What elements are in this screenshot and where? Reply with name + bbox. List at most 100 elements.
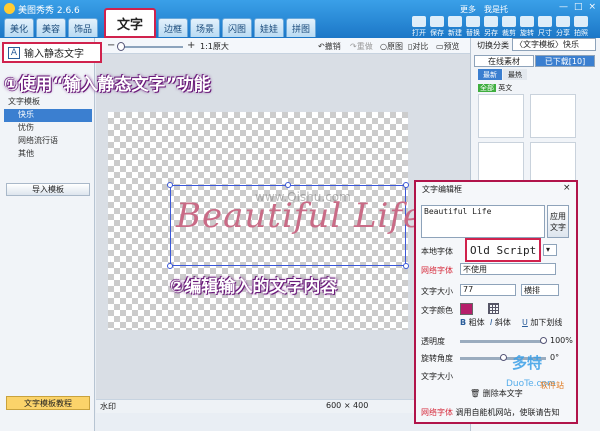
zoom-slider-handle[interactable] (117, 42, 125, 51)
chevron-down-icon[interactable]: ▾ (543, 244, 557, 256)
crop-icon (502, 16, 516, 27)
zoom-in-button[interactable]: + (187, 40, 195, 51)
original-button[interactable]: ○原图 (380, 41, 403, 52)
tab-doll[interactable]: 娃娃 (254, 18, 284, 37)
resize-handle[interactable] (167, 182, 173, 188)
tab-hottest[interactable]: 最热 (503, 69, 527, 80)
opacity-slider[interactable] (460, 340, 546, 343)
italic-toggle[interactable]: I 斜体 (490, 317, 511, 328)
tree-item-happy[interactable]: 快乐 (4, 109, 92, 122)
dialog-close-button[interactable]: × (563, 183, 571, 193)
tab-beauty[interactable]: 美容 (36, 18, 66, 37)
web-font-label: 网络字体 (421, 266, 453, 275)
share-button[interactable]: 分享 (554, 16, 572, 38)
open-button[interactable]: 打开 (410, 16, 428, 38)
undo-button[interactable]: ↶撤销 (318, 41, 341, 52)
local-font-label: 本地字体 (421, 247, 453, 256)
brand-site: 软件站 (540, 381, 564, 390)
rotation-value: 0° (550, 353, 560, 362)
text-color-label: 文字颜色 (421, 306, 453, 315)
filter-all[interactable]: 全部 (478, 84, 496, 92)
tab-text[interactable]: 文字 (104, 8, 156, 38)
tree-item-web-slang[interactable]: 网络流行语 (4, 135, 92, 148)
tab-downloaded[interactable]: 已下载[10] (535, 55, 595, 67)
image-size: 600 × 400 (326, 401, 369, 410)
camera-button[interactable]: 拍照 (572, 16, 590, 38)
zoom-out-button[interactable]: − (107, 40, 115, 51)
text-color-swatch[interactable] (460, 303, 473, 315)
template-thumbnail[interactable] (530, 94, 576, 138)
crop-button[interactable]: 裁剪 (500, 16, 518, 38)
app-logo-icon (4, 3, 15, 14)
opacity-value: 100% (550, 336, 573, 345)
user-link[interactable]: 更多 (460, 4, 476, 15)
camera-icon (574, 16, 588, 27)
tree-root[interactable]: 文字模板 (4, 96, 92, 109)
text-a-icon: A (8, 46, 20, 59)
tab-collage[interactable]: 拼图 (286, 18, 316, 37)
bold-toggle[interactable]: B 粗体 (460, 317, 485, 328)
maximize-button[interactable]: □ (574, 2, 583, 12)
user-links: 更多 我是托 (460, 4, 508, 15)
annotation-step-2: ②编辑输入的文字内容 (170, 277, 338, 297)
template-tutorial-button[interactable]: 文字模板教程 (6, 396, 90, 410)
tab-online-material[interactable]: 在线素材 (474, 55, 534, 67)
open-icon (412, 16, 426, 27)
delete-text-button[interactable]: 🗑 删除本文字 (470, 388, 540, 400)
compare-button[interactable]: ▯对比 (408, 41, 428, 52)
resize-handle[interactable] (403, 263, 409, 269)
new-button[interactable]: 新建 (446, 16, 464, 38)
font-size-label: 文字大小 (421, 287, 453, 296)
grid-icon[interactable] (488, 303, 499, 314)
save-button[interactable]: 保存 (428, 16, 446, 38)
template-thumbnail[interactable] (478, 94, 524, 138)
tab-newest[interactable]: 最新 (478, 69, 502, 80)
tab-frame[interactable]: 边框 (158, 18, 188, 37)
share-icon (556, 16, 570, 27)
save-as-button[interactable]: 另存 (482, 16, 500, 38)
window-controls: — □ × (559, 2, 596, 12)
tab-flash[interactable]: 闪图 (222, 18, 252, 37)
rotate-handle[interactable] (285, 182, 291, 188)
preview-button[interactable]: ▭预览 (436, 41, 460, 52)
save-as-icon (484, 16, 498, 27)
close-button[interactable]: × (588, 2, 596, 12)
tab-beautify[interactable]: 美化 (4, 18, 34, 37)
apply-text-button[interactable]: 应用文字 (547, 205, 569, 238)
user-link[interactable]: 我是托 (484, 4, 508, 15)
watermark-label[interactable]: 水印 (100, 401, 116, 412)
rotation-slider-handle[interactable] (500, 354, 507, 361)
replace-icon (466, 16, 480, 27)
replace-button[interactable]: 替换 (464, 16, 482, 38)
rotate-button[interactable]: 旋转 (518, 16, 536, 38)
tab-scene[interactable]: 场景 (190, 18, 220, 37)
template-tree: 文字模板 快乐 忧伤 网络流行语 其他 (4, 96, 92, 161)
filter-row: 全部 英文 (478, 83, 512, 93)
filter-english[interactable]: 英文 (498, 84, 512, 92)
category-select[interactable]: 〈文字模板〉快乐 (512, 38, 596, 51)
resize-handle[interactable] (403, 182, 409, 188)
import-template-button[interactable]: 导入模板 (6, 183, 90, 196)
tree-item-sad[interactable]: 忧伤 (4, 122, 92, 135)
new-icon (448, 16, 462, 27)
tree-item-other[interactable]: 其他 (4, 148, 92, 161)
font-size-select[interactable]: 77 (460, 284, 516, 296)
app-title: 美图秀秀 2.6.6 (18, 6, 80, 16)
zoom-ratio[interactable]: 1:1原大 (200, 41, 229, 52)
zoom-slider-track[interactable] (118, 46, 183, 48)
tab-accessory[interactable]: 饰品 (68, 18, 98, 37)
canvas-text[interactable]: Beautiful Life (176, 196, 423, 236)
static-text-button[interactable]: A 输入静态文字 (2, 42, 102, 63)
orientation-select[interactable]: 横排 (521, 284, 559, 296)
resize-handle[interactable] (167, 263, 173, 269)
web-font-hint: 网络字体 调用自能机网站，使联请告知 (421, 408, 560, 417)
rotate-icon (520, 16, 534, 27)
minimize-button[interactable]: — (559, 2, 568, 12)
text-content-input[interactable]: Beautiful Life (421, 205, 545, 238)
web-font-select[interactable]: 不使用 (460, 263, 556, 275)
redo-button[interactable]: ↷重做 (350, 41, 373, 52)
local-font-select[interactable]: Old Script (465, 238, 541, 262)
resize-button[interactable]: 尺寸 (536, 16, 554, 38)
underline-toggle[interactable]: U 加下划线 (522, 317, 562, 328)
opacity-slider-handle[interactable] (540, 337, 547, 344)
